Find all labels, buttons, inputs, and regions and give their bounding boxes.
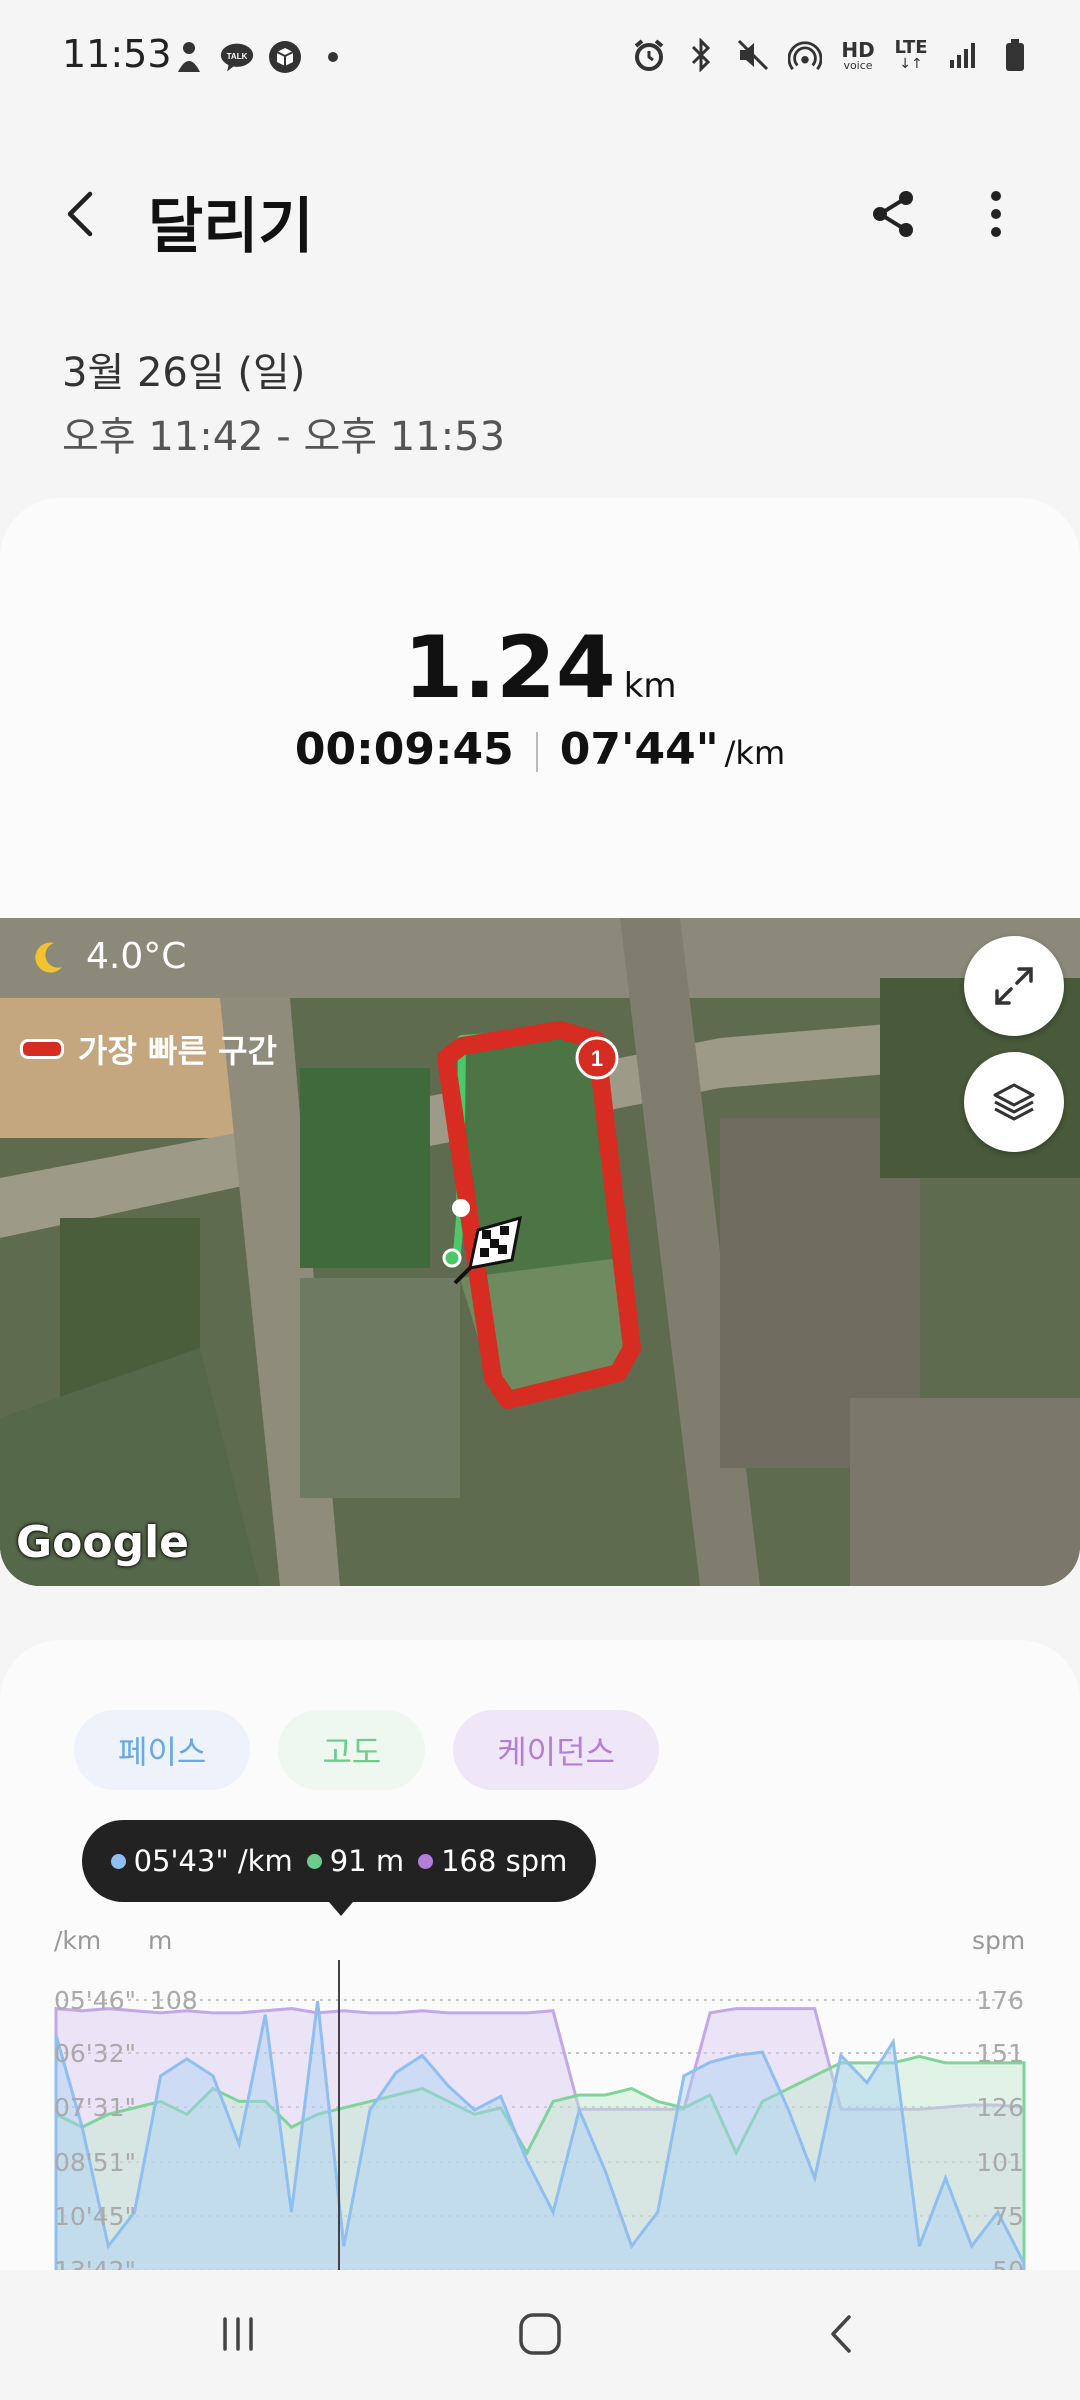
tab-pace[interactable]: 페이스 <box>74 1710 251 1790</box>
route-map[interactable]: 1 4.0°C 가장 빠른 구간 Google <box>0 918 1080 1586</box>
tooltip-pace: 05'43" /km <box>133 1844 293 1878</box>
cadence-dot <box>418 1853 434 1869</box>
chevron-left-icon <box>67 191 93 237</box>
pace-dot <box>110 1853 126 1869</box>
metric-divider <box>535 732 538 772</box>
workout-time-range: 오후 11:42 - 오후 11:53 <box>62 414 506 460</box>
chart-card: 페이스 고도 케이던스 05'43" /km 91 m 168 spm /km … <box>0 1640 1080 2270</box>
legend-swatch <box>20 1039 64 1059</box>
distance-value: 1.24 <box>403 618 616 718</box>
svg-text:TALK: TALK <box>227 52 248 61</box>
more-options-button[interactable] <box>964 182 1028 246</box>
system-nav-bar <box>0 2270 1080 2400</box>
nav-back-icon <box>831 2315 851 2353</box>
pace-unit: /km <box>724 734 786 772</box>
kakaotalk-icon: TALK <box>220 40 254 74</box>
chart-tooltip: 05'43" /km 91 m 168 spm <box>82 1820 596 1902</box>
tooltip-cadence: 168 spm <box>441 1844 568 1878</box>
page-title: 달리기 <box>148 192 314 262</box>
tab-altitude[interactable]: 고도 <box>278 1710 426 1790</box>
temperature-value: 4.0°C <box>86 936 187 977</box>
notification-icons: TALK <box>172 40 350 74</box>
pace-tick-label: 08'51" <box>54 2148 136 2177</box>
cadence-tick-label: 101 <box>976 2148 1024 2177</box>
pace-tick-label: 13'42" <box>54 2256 136 2270</box>
pace-value: 07'44" <box>559 724 719 775</box>
hd-voice-icon: HD voice <box>841 37 875 72</box>
system-icons: HD voice LTE ↓↑ <box>632 38 1032 72</box>
status-bar: 11:53 TALK HD voice LTE ↓↑ <box>0 0 1080 120</box>
recents-icon <box>223 2317 253 2351</box>
bluetooth-icon <box>684 38 718 72</box>
pace-tick-label: 05'46" <box>54 1986 136 2015</box>
altitude-axis-unit: m <box>148 1926 173 1955</box>
workout-chart[interactable]: 05'46" 06'32" 07'31" 08'51" 10'45" 13'42" 108 1… <box>0 1960 1080 2270</box>
moon-icon <box>35 942 62 973</box>
signal-icon <box>946 38 980 72</box>
duration-value: 00:09:45 <box>294 724 514 775</box>
back-button[interactable] <box>50 182 114 246</box>
distance-display: 1.24 km <box>0 618 1080 718</box>
dot-icon <box>316 40 350 74</box>
workout-date: 3월 26일 (일) <box>62 350 306 396</box>
chart-tabs: 페이스 고도 케이던스 <box>74 1710 659 1790</box>
expand-icon <box>995 967 1033 1005</box>
share-icon <box>873 191 913 237</box>
nav-back-button[interactable] <box>792 2294 892 2374</box>
recent-apps-button[interactable] <box>188 2294 288 2374</box>
app-header: 달리기 <box>0 150 1080 280</box>
pace-tick-label: 07'31" <box>54 2093 136 2122</box>
tooltip-pointer <box>329 1902 353 1916</box>
share-button[interactable] <box>862 182 926 246</box>
map-legend: 가장 빠른 구간 <box>20 1026 277 1072</box>
home-button[interactable] <box>490 2294 590 2374</box>
segment-marker: 1 <box>591 1046 603 1071</box>
map-layers-button[interactable] <box>964 1052 1064 1152</box>
more-vertical-icon <box>991 191 1001 237</box>
altitude-tick-label: 108 <box>150 1986 198 2015</box>
cadence-tick-label: 176 <box>976 1986 1024 2015</box>
cadence-tick-label: 75 <box>992 2202 1024 2231</box>
notification-person-icon <box>172 40 206 74</box>
pace-tick-label: 06'32" <box>54 2039 136 2068</box>
status-time: 11:53 <box>62 32 172 76</box>
lte-icon: LTE ↓↑ <box>894 37 928 72</box>
distance-unit: km <box>623 666 677 706</box>
tooltip-altitude: 91 m <box>329 1844 405 1878</box>
layers-icon <box>993 1083 1035 1121</box>
pace-tick-label: 10'45" <box>54 2202 136 2231</box>
weather-info: 4.0°C <box>30 936 186 977</box>
cadence-tick-label: 151 <box>976 2039 1024 2068</box>
cadence-axis-unit: spm <box>972 1926 1026 1955</box>
tab-cadence[interactable]: 케이던스 <box>453 1710 659 1790</box>
legend-label: 가장 빠른 구간 <box>78 1032 277 1070</box>
altitude-dot <box>306 1853 322 1869</box>
home-icon <box>519 2313 561 2355</box>
metrics-row: 00:09:45 07'44"/km <box>0 724 1080 775</box>
cadence-tick-label: 126 <box>976 2093 1024 2122</box>
mute-icon <box>736 38 770 72</box>
pace-axis-unit: /km <box>54 1926 102 1955</box>
alarm-icon <box>632 38 666 72</box>
battery-icon <box>998 38 1032 72</box>
expand-map-button[interactable] <box>964 936 1064 1036</box>
hotspot-icon <box>788 38 822 72</box>
box-app-icon <box>268 40 302 74</box>
satellite-map-image: 1 <box>0 918 1080 1586</box>
cadence-tick-label: 50 <box>992 2256 1024 2270</box>
google-attribution: Google <box>16 1517 189 1568</box>
